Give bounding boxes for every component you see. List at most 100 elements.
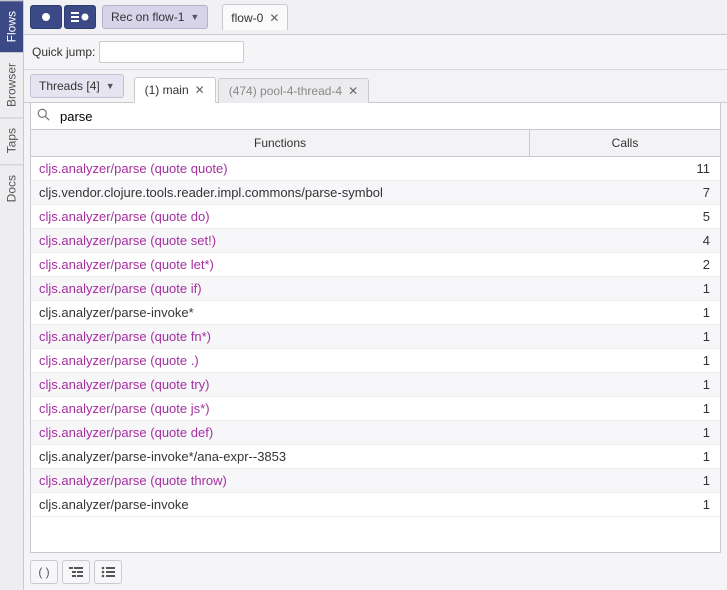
calls-cell: 11	[530, 161, 720, 176]
table-row[interactable]: cljs.analyzer/parse (quote def) 1	[31, 421, 720, 445]
quick-jump-label: Quick jump:	[32, 45, 95, 59]
function-name[interactable]: cljs.analyzer/parse (quote set!)	[39, 233, 216, 248]
function-cell: cljs.analyzer/parse-invoke*	[31, 305, 530, 320]
table-header: Functions Calls	[31, 130, 720, 157]
table-row[interactable]: cljs.analyzer/parse-invoke*/ana-expr--38…	[31, 445, 720, 469]
thread-tab-label: (474) pool-4-thread-4	[229, 84, 342, 98]
main-area: Rec on flow-1 ▼ flow-0 ✕ Quick jump: Thr…	[24, 0, 727, 590]
function-cell: cljs.analyzer/parse-invoke*/ana-expr--38…	[31, 449, 530, 464]
table-row[interactable]: cljs.analyzer/parse (quote quote) 11	[31, 157, 720, 181]
function-name[interactable]: cljs.analyzer/parse (quote js*)	[39, 401, 210, 416]
function-name[interactable]: cljs.analyzer/parse (quote let*)	[39, 257, 214, 272]
calls-cell: 1	[530, 353, 720, 368]
function-name: cljs.vendor.clojure.tools.reader.impl.co…	[39, 185, 383, 200]
table-row[interactable]: cljs.analyzer/parse (quote throw) 1	[31, 469, 720, 493]
function-name[interactable]: cljs.analyzer/parse (quote try)	[39, 377, 210, 392]
sidebar-tab-flows[interactable]: Flows	[0, 0, 23, 52]
search-icon	[31, 108, 56, 124]
quick-jump-row: Quick jump:	[24, 35, 727, 70]
sidebar: Flows Browser Taps Docs	[0, 0, 24, 590]
function-name: cljs.analyzer/parse-invoke*	[39, 305, 194, 320]
chevron-down-icon: ▼	[190, 12, 199, 22]
function-cell: cljs.analyzer/parse (quote js*)	[31, 401, 530, 416]
calls-cell: 2	[530, 257, 720, 272]
threads-dropdown[interactable]: Threads [4] ▼	[30, 74, 124, 98]
function-name[interactable]: cljs.analyzer/parse (quote def)	[39, 425, 213, 440]
function-cell: cljs.analyzer/parse (quote if)	[31, 281, 530, 296]
record-list-button[interactable]	[64, 5, 96, 29]
sidebar-tab-browser[interactable]: Browser	[0, 52, 23, 117]
table-row[interactable]: cljs.analyzer/parse (quote js*) 1	[31, 397, 720, 421]
list-icon	[101, 565, 115, 579]
calls-cell: 1	[530, 329, 720, 344]
expr-button[interactable]: ( )	[30, 560, 58, 584]
table-row[interactable]: cljs.vendor.clojure.tools.reader.impl.co…	[31, 181, 720, 205]
function-name: cljs.analyzer/parse-invoke*/ana-expr--38…	[39, 449, 286, 464]
calls-cell: 1	[530, 281, 720, 296]
calls-cell: 1	[530, 449, 720, 464]
function-cell: cljs.analyzer/parse (quote throw)	[31, 473, 530, 488]
search-row	[31, 103, 720, 130]
list-button[interactable]	[94, 560, 122, 584]
tree-icon	[69, 565, 83, 579]
record-target-dropdown[interactable]: Rec on flow-1 ▼	[102, 5, 208, 29]
function-cell: cljs.analyzer/parse (quote set!)	[31, 233, 530, 248]
calls-cell: 7	[530, 185, 720, 200]
calls-cell: 1	[530, 497, 720, 512]
thread-tab-main[interactable]: (1) main ✕	[134, 77, 216, 103]
calls-cell: 5	[530, 209, 720, 224]
col-header-calls[interactable]: Calls	[530, 130, 720, 156]
table-row[interactable]: cljs.analyzer/parse (quote set!)4	[31, 229, 720, 253]
functions-panel: Functions Calls cljs.analyzer/parse (quo…	[30, 103, 721, 553]
function-name[interactable]: cljs.analyzer/parse (quote quote)	[39, 161, 228, 176]
search-input[interactable]	[56, 103, 720, 129]
record-target-label: Rec on flow-1	[111, 10, 184, 24]
function-cell: cljs.analyzer/parse (quote fn*)	[31, 329, 530, 344]
function-cell: cljs.analyzer/parse (quote quote)	[31, 161, 530, 176]
threads-row: Threads [4] ▼ (1) main ✕ (474) pool-4-th…	[24, 70, 727, 103]
record-icon	[41, 12, 51, 22]
close-icon[interactable]: ✕	[195, 83, 205, 97]
table-row[interactable]: cljs.analyzer/parse (quote try)1	[31, 373, 720, 397]
table-row[interactable]: cljs.analyzer/parse (quote if) 1	[31, 277, 720, 301]
quick-jump-input[interactable]	[99, 41, 244, 63]
function-cell: cljs.analyzer/parse (quote .)	[31, 353, 530, 368]
calls-cell: 1	[530, 473, 720, 488]
function-cell: cljs.analyzer/parse (quote let*)	[31, 257, 530, 272]
thread-tab-label: (1) main	[145, 83, 189, 97]
function-cell: cljs.analyzer/parse (quote try)	[31, 377, 530, 392]
tree-button[interactable]	[62, 560, 90, 584]
flow-tab-label: flow-0	[231, 11, 263, 25]
thread-tab-pool[interactable]: (474) pool-4-thread-4 ✕	[218, 78, 369, 103]
function-name[interactable]: cljs.analyzer/parse (quote throw)	[39, 473, 227, 488]
function-name: cljs.analyzer/parse-invoke	[39, 497, 189, 512]
paren-icon: ( )	[38, 565, 49, 579]
sidebar-tab-docs[interactable]: Docs	[0, 164, 23, 212]
function-name[interactable]: cljs.analyzer/parse (quote .)	[39, 353, 199, 368]
thread-tabs: (1) main ✕ (474) pool-4-thread-4 ✕	[134, 76, 370, 102]
function-cell: cljs.analyzer/parse-invoke	[31, 497, 530, 512]
table-row[interactable]: cljs.analyzer/parse-invoke 1	[31, 493, 720, 517]
chevron-down-icon: ▼	[106, 81, 115, 91]
calls-cell: 1	[530, 425, 720, 440]
col-header-functions[interactable]: Functions	[31, 130, 530, 156]
calls-cell: 1	[530, 401, 720, 416]
record-button[interactable]	[30, 5, 62, 29]
function-name[interactable]: cljs.analyzer/parse (quote do)	[39, 209, 210, 224]
flow-tab[interactable]: flow-0 ✕	[222, 4, 288, 30]
table-row[interactable]: cljs.analyzer/parse (quote .) 1	[31, 349, 720, 373]
record-list-icon	[71, 11, 89, 23]
table-row[interactable]: cljs.analyzer/parse-invoke* 1	[31, 301, 720, 325]
close-icon[interactable]: ✕	[348, 84, 358, 98]
close-icon[interactable]: ✕	[269, 11, 279, 25]
function-cell: cljs.analyzer/parse (quote do)	[31, 209, 530, 224]
function-name[interactable]: cljs.analyzer/parse (quote if)	[39, 281, 202, 296]
function-cell: cljs.vendor.clojure.tools.reader.impl.co…	[31, 185, 530, 200]
function-name[interactable]: cljs.analyzer/parse (quote fn*)	[39, 329, 211, 344]
table-row[interactable]: cljs.analyzer/parse (quote let*) 2	[31, 253, 720, 277]
table-row[interactable]: cljs.analyzer/parse (quote fn*) 1	[31, 325, 720, 349]
calls-cell: 1	[530, 305, 720, 320]
sidebar-tab-taps[interactable]: Taps	[0, 117, 23, 163]
table-row[interactable]: cljs.analyzer/parse (quote do) 5	[31, 205, 720, 229]
threads-label: Threads [4]	[39, 79, 100, 93]
